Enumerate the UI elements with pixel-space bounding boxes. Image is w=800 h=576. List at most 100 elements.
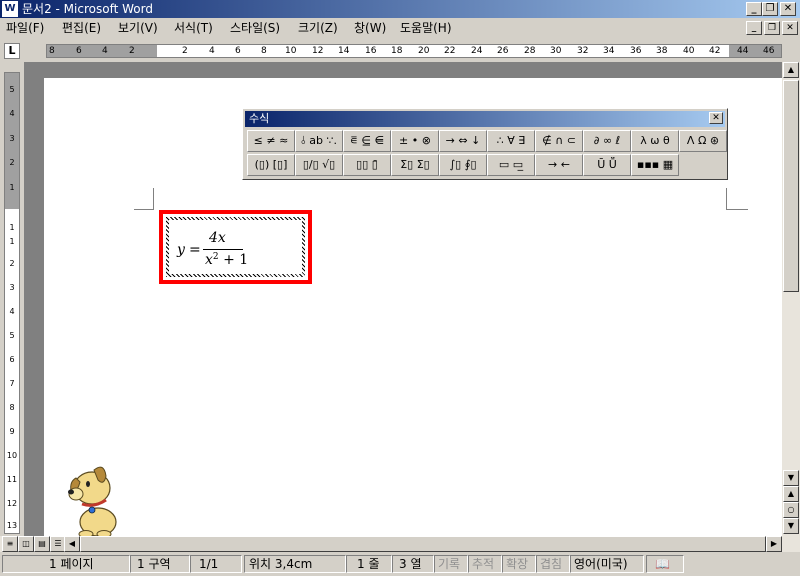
set-theory-symbols-button[interactable]: ∉ ∩ ⊂	[535, 130, 583, 152]
equation-object-highlight[interactable]: y = 4x x2 + 1	[159, 210, 312, 284]
logical-symbols-button[interactable]: ∴ ∀ ∃	[487, 130, 535, 152]
status-rec[interactable]: 기록	[434, 555, 468, 573]
ruler-label: 4	[9, 109, 15, 118]
doc-restore-button[interactable]: ❐	[764, 21, 780, 35]
ruler-label: 38	[656, 46, 668, 56]
print-layout-view-icon[interactable]: ▤	[34, 536, 50, 552]
products-set-templates-button[interactable]: Ū Ṻ	[583, 154, 631, 176]
menu-window[interactable]: 창(W)	[354, 21, 386, 35]
ruler-label: 2	[182, 46, 188, 56]
menu-format[interactable]: 서식(T)	[174, 21, 213, 35]
equation-object[interactable]: y = 4x x2 + 1	[166, 217, 305, 277]
misc-symbols-button[interactable]: ∂ ∞ ℓ	[583, 130, 631, 152]
matrix-templates-button[interactable]: ▪▪▪ ▦	[631, 154, 679, 176]
ruler-label: 36	[630, 46, 642, 56]
fraction-bar	[203, 249, 243, 250]
status-ovr[interactable]: 겹침	[536, 555, 570, 573]
crop-mark	[134, 188, 154, 210]
scroll-down-button[interactable]: ▼	[783, 470, 799, 486]
status-section: 1 구역	[130, 555, 190, 573]
ruler-label: 13	[6, 521, 18, 530]
subscript-superscript-templates-button[interactable]: ▯▯ ▯̄	[343, 154, 391, 176]
minimize-button[interactable]: _	[746, 2, 762, 16]
previous-page-button[interactable]: ▲	[783, 486, 799, 502]
close-icon[interactable]: ✕	[709, 112, 723, 124]
doc-close-button[interactable]: ✕	[782, 21, 798, 35]
spaces-ellipses-button[interactable]: ⫰ ab ∵.	[295, 130, 343, 152]
status-ext-text: 확장	[506, 557, 529, 571]
summation-templates-button[interactable]: Σ▯ Σ▯	[391, 154, 439, 176]
den-rest: + 1	[218, 252, 249, 268]
crop-mark	[726, 188, 748, 210]
status-rec-text: 기록	[438, 557, 461, 571]
fence-templates-button[interactable]: (▯) [▯]	[247, 154, 295, 176]
menu-file[interactable]: 파일(F)	[6, 21, 44, 35]
relational-symbols-button[interactable]: ≤ ≠ ≈	[247, 130, 295, 152]
ruler-label: 3	[9, 283, 15, 292]
tab-selector[interactable]: L	[4, 43, 20, 59]
menu-help[interactable]: 도움말(H)	[400, 21, 452, 35]
menu-view[interactable]: 보기(V)	[118, 21, 158, 35]
status-ext[interactable]: 확장	[502, 555, 536, 573]
horizontal-scrollbar[interactable]: ≡ ◫ ▤ ☰ ◀ ▶	[0, 536, 800, 552]
ruler-label: 20	[418, 46, 430, 56]
symbol-palette-row: ≤ ≠ ≈ ⫰ ab ∵. ⋷ ⋸ ⋹ ± • ⊗ → ⇔ ↓ ∴ ∀ ∃ ∉ …	[247, 130, 727, 152]
ruler-label: 26	[497, 46, 509, 56]
web-layout-view-icon[interactable]: ◫	[18, 536, 34, 552]
vertical-scroll-thumb[interactable]	[783, 80, 799, 292]
menu-edit[interactable]: 편집(E)	[62, 21, 101, 35]
scroll-up-button[interactable]: ▲	[783, 62, 799, 78]
ruler-label: 7	[9, 379, 15, 388]
ruler-label: 4	[102, 46, 108, 56]
ruler-label: 46	[763, 46, 775, 56]
status-position: 위치 3,4cm	[244, 555, 346, 573]
equation-numerator: 4x	[209, 230, 226, 246]
menu-size[interactable]: 크기(Z)	[298, 21, 338, 35]
spelling-status-icon[interactable]: 📖	[646, 555, 684, 573]
ruler-label: 16	[365, 46, 377, 56]
ruler-label: 5	[9, 331, 15, 340]
doc-minimize-button[interactable]: _	[746, 21, 762, 35]
status-ovr-text: 겹침	[540, 557, 563, 571]
scroll-left-button[interactable]: ◀	[64, 536, 80, 552]
equation-denominator: x2 + 1	[205, 252, 248, 268]
ruler-label: 2	[9, 259, 15, 268]
select-browse-object-button[interactable]: ○	[783, 502, 799, 518]
embellishments-button[interactable]: ⋷ ⋸ ⋹	[343, 130, 391, 152]
status-language[interactable]: 영어(미국)	[570, 555, 644, 573]
underbar-overbar-templates-button[interactable]: ▭ ▭̲	[487, 154, 535, 176]
ruler-label: 28	[524, 46, 536, 56]
ruler-label: 6	[76, 46, 82, 56]
integral-templates-button[interactable]: ∫▯ ∮▯	[439, 154, 487, 176]
greek-uppercase-button[interactable]: Λ Ω ⊛	[679, 130, 727, 152]
status-language-text: 영어(미국)	[574, 557, 628, 571]
word-icon[interactable]: W	[2, 1, 18, 17]
arrow-symbols-button[interactable]: → ⇔ ↓	[439, 130, 487, 152]
office-assistant-dog-icon[interactable]	[64, 460, 128, 538]
horizontal-ruler[interactable]: 8 6 4 2 2 4 6 8 10 12 14 16 18 20 22 24 …	[46, 44, 782, 58]
greek-lowercase-button[interactable]: λ ω θ	[631, 130, 679, 152]
menu-style[interactable]: 스타일(S)	[230, 21, 280, 35]
vertical-ruler[interactable]: 5 4 3 2 1 1 1 2 3 4 5 6 7 8 9 10 11 12 1…	[4, 72, 20, 534]
equation-toolbar-titlebar[interactable]: 수식 ✕	[245, 111, 725, 127]
equation-toolbar: 수식 ✕ ≤ ≠ ≈ ⫰ ab ∵. ⋷ ⋸ ⋹ ± • ⊗ → ⇔ ↓ ∴ ∀…	[242, 108, 728, 180]
window-title: 문서2 - Microsoft Word	[22, 2, 153, 16]
ruler-label: 40	[683, 46, 695, 56]
status-pages-text: 1/1	[199, 557, 219, 571]
close-button[interactable]: ✕	[780, 2, 796, 16]
normal-view-icon[interactable]: ≡	[2, 536, 18, 552]
vertical-scrollbar[interactable]: ▲ ▼ ▲ ○ ▼	[782, 62, 800, 536]
equation-toolbar-title: 수식	[249, 112, 270, 125]
operator-symbols-button[interactable]: ± • ⊗	[391, 130, 439, 152]
ruler-label: 30	[550, 46, 562, 56]
fraction-radical-templates-button[interactable]: ▯/▯ √▯	[295, 154, 343, 176]
ruler-label: 9	[9, 427, 15, 436]
restore-button[interactable]: ❐	[762, 2, 778, 16]
status-trk[interactable]: 추적	[468, 555, 502, 573]
scroll-right-button[interactable]: ▶	[766, 536, 782, 552]
next-page-button[interactable]: ▼	[783, 518, 799, 534]
labeled-arrow-templates-button[interactable]: → ←	[535, 154, 583, 176]
ruler-label: 4	[209, 46, 215, 56]
menu-bar: 파일(F) 편집(E) 보기(V) 서식(T) 스타일(S) 크기(Z) 창(W…	[0, 18, 800, 38]
horizontal-scroll-thumb[interactable]	[80, 536, 766, 552]
